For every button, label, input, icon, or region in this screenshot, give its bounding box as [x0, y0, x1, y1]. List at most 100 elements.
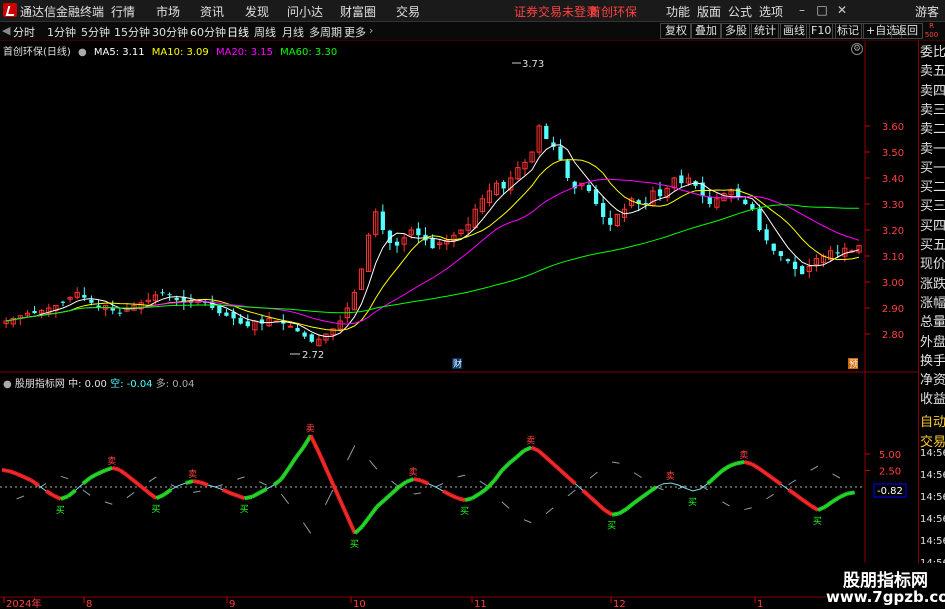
oscillator-mirror — [479, 480, 488, 487]
side-time-4: 14:56 — [920, 536, 945, 547]
oscillator-bar — [765, 472, 775, 481]
menu-wealth[interactable]: 财富圈 — [340, 3, 376, 20]
oscillator-bar — [787, 488, 798, 497]
side-item-19[interactable]: 自动 — [920, 415, 945, 431]
oscillator-bar — [390, 485, 401, 496]
tab-5min[interactable]: 5分钟 — [81, 24, 110, 40]
chart-canvas[interactable]: 3.73 2.72 财 预 3.603.503.403.303.203.103.… — [0, 41, 918, 609]
indicator-name[interactable]: 股朋指标网 — [15, 379, 65, 390]
candle-body — [750, 204, 755, 210]
price-legend: 首创环保(日线) ● MA5: 3.11 MA10: 3.09 MA20: 3.… — [3, 43, 341, 58]
candle-body — [174, 297, 179, 301]
buy-signal-mark: 买 — [350, 539, 359, 550]
btn-mark[interactable]: 标记 — [832, 23, 864, 39]
xtick-label: 1 — [757, 599, 763, 609]
event-earnings-marker[interactable]: 财 — [452, 358, 462, 370]
oscillator-mirror — [369, 459, 378, 470]
trade-login-alert[interactable]: 证券交易未登录 — [514, 3, 598, 20]
user-guest[interactable]: 游客 — [915, 3, 939, 20]
tab-weekly[interactable]: 周线 — [254, 24, 276, 40]
minimize-icon[interactable]: – — [793, 2, 811, 19]
menu-news[interactable]: 资讯 — [200, 3, 224, 20]
side-item-9: 买四 — [920, 218, 945, 234]
xtick-label: 8 — [86, 599, 92, 609]
toolbar-arrow-icon[interactable]: ◀ — [2, 24, 10, 37]
oscillator-bar — [279, 467, 291, 481]
oscillator-bar — [8, 469, 18, 476]
price-ytick-label: 3.10 — [882, 252, 904, 263]
menu-trade[interactable]: 交易 — [396, 3, 420, 20]
menu-options[interactable]: 选项 — [759, 3, 783, 20]
legend-toggle-icon[interactable]: ● — [78, 47, 87, 58]
oscillator-bar — [551, 462, 562, 472]
oscillator-mirror — [435, 482, 444, 488]
menu-quotes[interactable]: 行情 — [111, 3, 135, 20]
oscillator-bar — [442, 489, 452, 497]
oscillator-bar — [60, 494, 69, 501]
oscillator-mirror — [148, 476, 157, 483]
price-ytick-label: 3.50 — [882, 148, 904, 159]
btn-adjust[interactable]: 复权 — [660, 23, 692, 39]
oscillator-mirror — [126, 491, 135, 499]
chevron-right-icon[interactable]: › — [369, 24, 373, 37]
tab-1min[interactable]: 1分钟 — [47, 24, 76, 40]
ind-ytick-label: 5.00 — [879, 450, 901, 461]
candle-body — [800, 266, 805, 275]
side-item-15: 外盘 — [920, 334, 945, 350]
tab-multi-period[interactable]: 多周期 — [309, 24, 342, 40]
price-ytick-label: 3.00 — [882, 278, 904, 289]
btn-multi-stock[interactable]: 多股 — [720, 23, 752, 39]
quote-side-panel: 委比 卖五 卖四 卖三 卖二 卖一 买一 买二 买三 买四 买五 现价 涨跌 涨幅 总量 外盘 换手 净资 收益 自动… — [918, 41, 945, 609]
menu-function[interactable]: 功能 — [666, 3, 690, 20]
menu-ask[interactable]: 问小达 — [287, 3, 323, 20]
oscillator-bar — [846, 490, 855, 496]
oscillator-bar — [338, 499, 350, 518]
sell-signal-mark: 卖 — [526, 435, 535, 446]
period-toolbar: ◀ 分时 1分钟 5分钟 15分钟 30分钟 60分钟 日线 周线 月线 多周期… — [0, 22, 945, 41]
oscillator-bar — [133, 479, 143, 489]
tab-60min[interactable]: 60分钟 — [190, 24, 226, 40]
oscillator-bar — [23, 475, 33, 483]
candle-body — [245, 321, 250, 327]
tab-daily[interactable]: 日线 — [227, 24, 249, 40]
menu-formula[interactable]: 公式 — [728, 3, 752, 20]
candle-body — [764, 229, 769, 241]
side-time-3: 14:56 — [920, 514, 945, 525]
oscillator-bar — [603, 508, 614, 517]
candle-body — [32, 311, 37, 314]
settings-gear-icon[interactable]: ⚙ — [851, 43, 863, 55]
menu-market[interactable]: 市场 — [156, 3, 180, 20]
tab-15min[interactable]: 15分钟 — [114, 24, 150, 40]
oscillator-mirror — [324, 489, 334, 506]
tab-fenshi[interactable]: 分时 — [13, 24, 35, 40]
candle-body — [792, 261, 798, 269]
side-item-17: 净资 — [920, 373, 945, 389]
side-item-10: 买五 — [920, 238, 945, 253]
price-ytick-label: 3.40 — [882, 174, 904, 185]
maximize-icon[interactable]: □ — [813, 2, 831, 19]
candle-body — [167, 294, 172, 296]
oscillator-bar — [353, 525, 364, 535]
close-icon[interactable]: ✕ — [833, 2, 851, 19]
candle-body — [757, 209, 762, 230]
oscillator-bar — [478, 486, 489, 496]
oscillator-bar — [192, 479, 201, 485]
stock-name-label[interactable]: 首创环保(日线) — [3, 47, 71, 58]
tab-more[interactable]: 更多 — [344, 24, 366, 40]
oscillator-mirror — [612, 461, 620, 464]
oscillator-bar — [15, 471, 25, 479]
oscillator-bar — [596, 502, 607, 512]
menu-layout[interactable]: 版面 — [697, 3, 721, 20]
oscillator-mirror — [280, 493, 290, 504]
oscillator-bar — [413, 477, 422, 483]
app-logo-icon — [3, 3, 17, 17]
oscillator-mirror — [744, 507, 752, 511]
menu-discover[interactable]: 发现 — [245, 3, 269, 20]
btn-overlay[interactable]: 叠加 — [690, 23, 722, 39]
tab-30min[interactable]: 30分钟 — [152, 24, 188, 40]
btn-stats[interactable]: 统计 — [749, 23, 781, 39]
indicator-toggle-icon[interactable]: ● — [3, 379, 12, 390]
oscillator-bar — [831, 495, 842, 504]
event-forecast-marker[interactable]: 预 — [848, 358, 858, 370]
tab-monthly[interactable]: 月线 — [282, 24, 304, 40]
